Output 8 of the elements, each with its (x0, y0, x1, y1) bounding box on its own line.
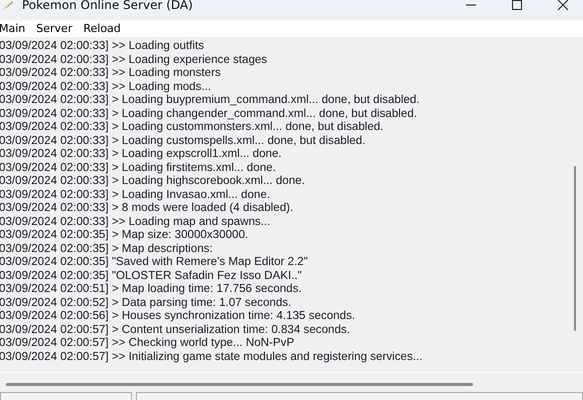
menu-item[interactable]: Reload (83, 22, 126, 35)
menu-item[interactable]: Server (36, 22, 78, 35)
close-icon[interactable] (557, 0, 569, 11)
menu-item[interactable]: Main (0, 22, 30, 35)
scrollbar-thumb[interactable] (574, 166, 576, 331)
feather-icon (2, 0, 14, 11)
maximize-icon[interactable] (511, 0, 523, 11)
window-title: Pokemon Online Server (DA) (22, 0, 193, 12)
